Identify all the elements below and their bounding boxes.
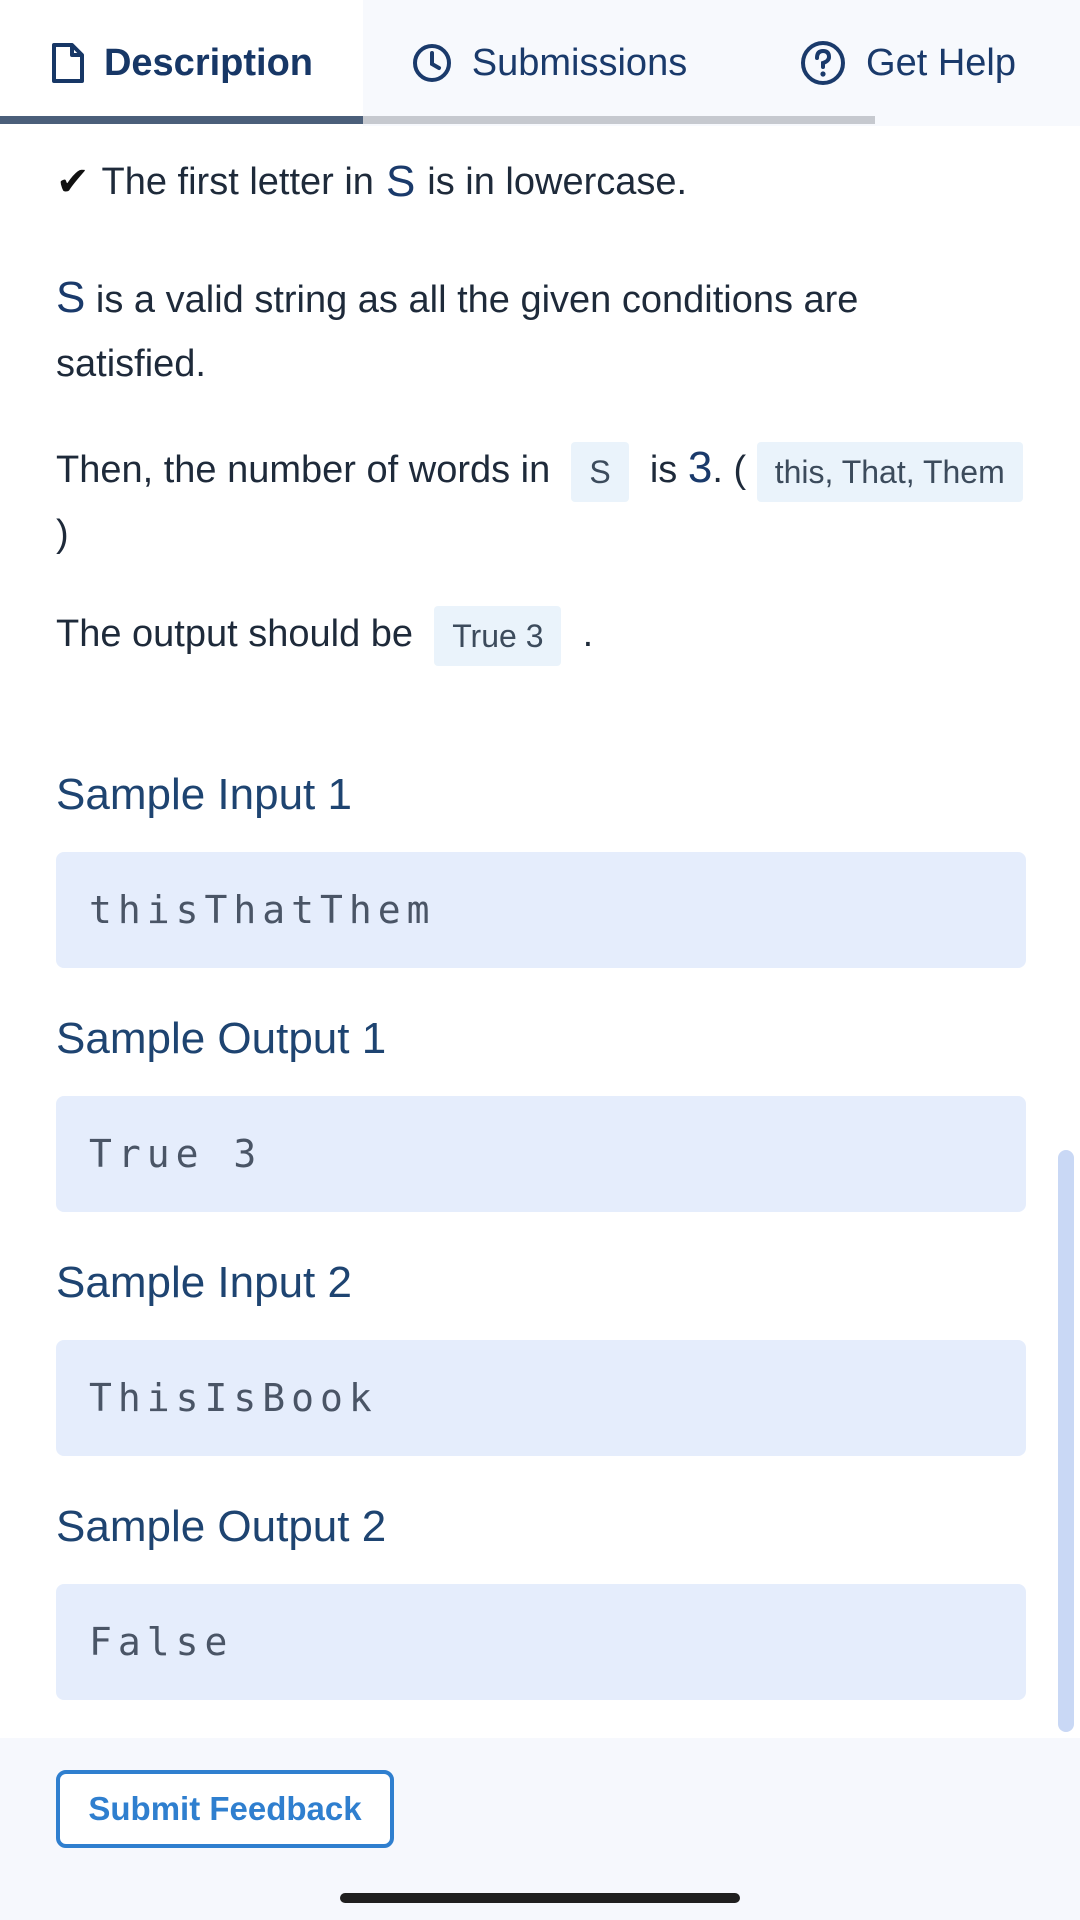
sample-output-2-title: Sample Output 2 [56, 1502, 387, 1551]
condition-text-pre: The first letter in [101, 161, 374, 203]
home-indicator[interactable] [340, 1893, 740, 1903]
word-count-text-pre: Then, the number of words in [56, 449, 551, 491]
sample-output-1-title: Sample Output 1 [56, 1014, 387, 1063]
sample-output-2-value: False [89, 1620, 234, 1664]
page: Description Submissions Get Help ✔ The f… [0, 0, 1080, 1920]
variable-s: S [56, 273, 86, 322]
document-icon [50, 43, 84, 83]
sample-output-1-value: True 3 [89, 1132, 263, 1176]
submit-feedback-button[interactable]: Submit Feedback [56, 1770, 394, 1848]
checkmark-icon: ✔ [56, 160, 90, 204]
question-circle-icon [800, 40, 846, 86]
scrollbar[interactable] [1058, 1150, 1074, 1732]
output-text-pre: The output should be [56, 613, 414, 655]
sample-input-2-title: Sample Input 2 [56, 1258, 352, 1307]
sample-input-1-box: thisThatThem [56, 852, 1026, 968]
inline-code-output: True 3 [434, 605, 562, 666]
inline-code-words: this, That, Them [756, 441, 1023, 502]
output-paragraph: The output should be True 3 . [56, 602, 1026, 666]
word-count-paragraph: Then, the number of words in S is 3. ( t… [56, 436, 1026, 566]
word-count-text-mid: is [649, 449, 678, 491]
tab-get-help-label: Get Help [866, 41, 1016, 84]
tab-submissions[interactable]: Submissions [363, 0, 736, 126]
word-count-after-number: . ( [712, 449, 747, 491]
validity-text: is a valid string as all the given condi… [56, 279, 859, 385]
condition-line: ✔ The first letter in S is in lowercase. [56, 150, 687, 214]
condition-text-post: is in lowercase. [427, 161, 688, 203]
tab-submissions-label: Submissions [471, 41, 688, 84]
word-count-number: 3 [687, 443, 713, 492]
inline-code-s: S [571, 441, 629, 502]
tab-bar: Description Submissions Get Help [0, 0, 1080, 126]
sample-input-2-box: ThisIsBook [56, 1340, 1026, 1456]
tab-underline-active [0, 116, 363, 124]
sample-input-2-value: ThisIsBook [89, 1376, 378, 1420]
tab-description-label: Description [103, 41, 314, 84]
word-count-close: ) [56, 513, 69, 555]
variable-s: S [385, 157, 416, 206]
output-text-post: . [582, 613, 594, 655]
validity-paragraph: S is a valid string as all the given con… [56, 266, 986, 396]
sample-output-2-box: False [56, 1584, 1026, 1700]
sample-output-1-box: True 3 [56, 1096, 1026, 1212]
clock-icon [412, 43, 452, 83]
tab-description[interactable]: Description [0, 0, 363, 126]
tab-get-help[interactable]: Get Help [736, 0, 1080, 126]
sample-input-1-title: Sample Input 1 [56, 770, 352, 819]
sample-input-1-value: thisThatThem [89, 888, 436, 932]
